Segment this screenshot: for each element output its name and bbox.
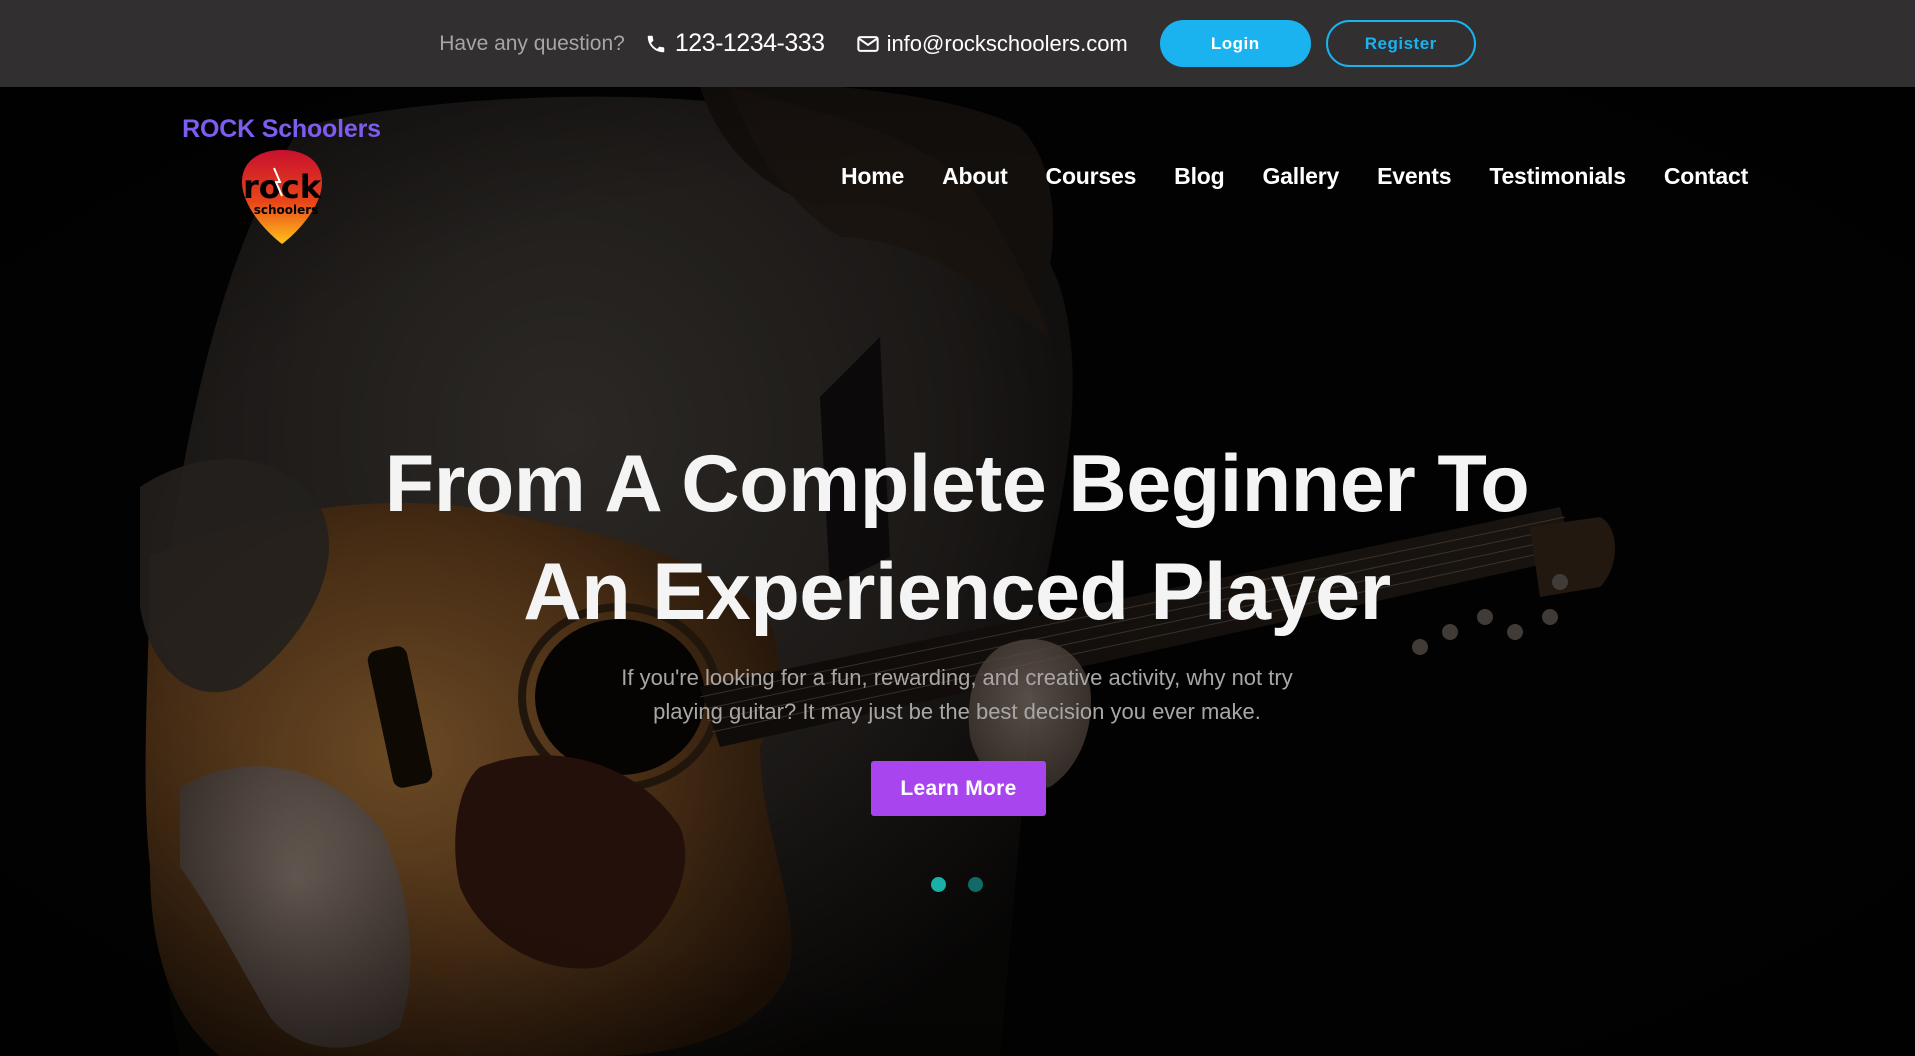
slide-dot-2[interactable]: [968, 877, 983, 892]
phone-icon: [647, 35, 665, 52]
nav-item-about[interactable]: About: [942, 163, 1008, 190]
learn-more-button[interactable]: Learn More: [871, 761, 1046, 816]
slider-pagination: [931, 877, 1005, 892]
slide-dot-1[interactable]: [931, 877, 946, 892]
nav-item-home[interactable]: Home: [841, 163, 904, 190]
hero-heading: From A Complete Beginner To An Experienc…: [357, 430, 1557, 646]
nav-item-gallery[interactable]: Gallery: [1262, 163, 1339, 190]
hero-heading-line1: From A Complete Beginner To: [384, 439, 1530, 529]
hero-subtitle: If you're looking for a fun, rewarding, …: [557, 661, 1357, 729]
envelope-icon: [856, 35, 879, 52]
hero-subtitle-line2: playing guitar? It may just be the best …: [653, 699, 1261, 724]
login-button[interactable]: Login: [1159, 20, 1311, 67]
nav-item-events[interactable]: Events: [1377, 163, 1451, 190]
main-navigation: Home About Courses Blog Gallery Events T…: [841, 163, 1748, 190]
hero-subtitle-line1: If you're looking for a fun, rewarding, …: [621, 665, 1293, 690]
phone-link[interactable]: 123-1234-333: [645, 29, 825, 58]
nav-item-courses[interactable]: Courses: [1046, 163, 1137, 190]
email-link[interactable]: info@rockschoolers.com: [856, 30, 1128, 57]
hero-heading-line2: An Experienced Player: [523, 547, 1391, 637]
logo-subword: schoolers: [253, 203, 318, 217]
top-info-bar-content: Have any question? 123-1234-333 info@roc…: [439, 20, 1476, 67]
guitar-pick-logo-icon: rock schoolers: [241, 150, 322, 244]
email-address: info@rockschoolers.com: [886, 30, 1128, 56]
nav-item-contact[interactable]: Contact: [1664, 163, 1748, 190]
logo-word: rock: [242, 168, 321, 206]
phone-number: 123-1234-333: [674, 29, 825, 57]
register-button[interactable]: Register: [1325, 20, 1476, 67]
top-info-bar: Have any question? 123-1234-333 info@roc…: [0, 0, 1915, 87]
nav-item-blog[interactable]: Blog: [1174, 163, 1225, 190]
question-text: Have any question?: [439, 31, 625, 55]
brand-logo[interactable]: ROCK Schoolers rock schoolers: [179, 115, 384, 246]
hero-section: ROCK Schoolers rock schoolers Home About…: [0, 87, 1915, 1056]
nav-item-testimonials[interactable]: Testimonials: [1489, 163, 1626, 190]
brand-name: ROCK Schoolers: [182, 115, 381, 143]
